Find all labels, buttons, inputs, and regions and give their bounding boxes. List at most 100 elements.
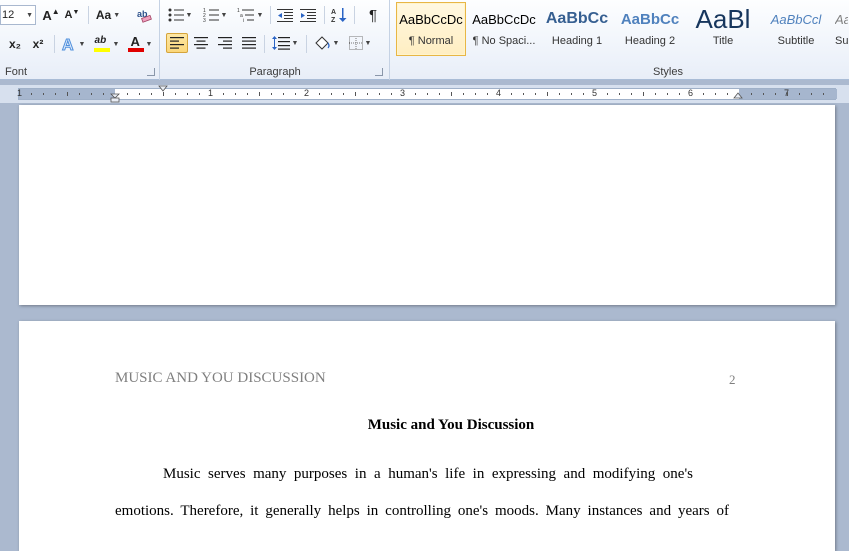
style-name: Heading 2 (624, 35, 676, 47)
style-no-spacing[interactable]: AaBbCcDc ¶ No Spaci... (469, 2, 539, 56)
shading-button[interactable]: ▼ (310, 33, 342, 53)
running-head[interactable]: MUSIC AND YOU DISCUSSION (115, 370, 326, 387)
font-size-box[interactable]: 12 ▼ (0, 5, 36, 25)
document-page[interactable]: MUSIC AND YOU DISCUSSION 2 Music and You… (19, 321, 835, 551)
ruler-dot (523, 93, 524, 95)
ruler-dot (655, 93, 656, 95)
ruler-dot (79, 93, 80, 95)
paragraph-dialog-launcher-icon[interactable] (375, 68, 383, 76)
text-effects-icon: A (61, 37, 74, 53)
clear-formatting-button[interactable]: ab (134, 5, 154, 25)
style-name: Sul (835, 35, 849, 47)
borders-icon (348, 36, 363, 50)
ruler-dot (799, 93, 800, 95)
highlighter-icon: ab (93, 35, 111, 53)
ruler-tick (259, 92, 260, 96)
ruler-dot (511, 93, 512, 95)
ruler-dot (343, 93, 344, 95)
style-preview: AaBbCc (620, 10, 680, 28)
style-heading-1[interactable]: AaBbCc Heading 1 (542, 2, 612, 56)
ruler-dot (415, 93, 416, 95)
align-right-button[interactable] (214, 33, 236, 53)
styles-group: AaBbCcDc ¶ Normal AaBbCcDc ¶ No Spaci...… (392, 0, 849, 80)
font-color-swatch (127, 48, 144, 52)
justify-icon (242, 37, 256, 49)
align-right-icon (218, 37, 232, 49)
align-center-icon (194, 37, 208, 49)
multilevel-list-button[interactable]: 1 a i ▼ (234, 5, 266, 25)
decrease-indent-icon (277, 9, 293, 22)
align-left-icon (170, 37, 184, 49)
sort-button[interactable]: AZ (328, 5, 350, 25)
font-color-button[interactable]: A ▼ (124, 34, 156, 54)
ruler-dot (139, 93, 140, 95)
grow-font-button[interactable]: A ▲ (40, 5, 62, 25)
style-heading-2[interactable]: AaBbCc Heading 2 (615, 2, 685, 56)
line-spacing-icon (271, 36, 290, 50)
change-case-button[interactable]: Aa ▼ (92, 5, 124, 25)
horizontal-ruler[interactable]: 1 1 2 3 4 5 6 7 (0, 85, 849, 103)
ruler-number: 4 (496, 88, 502, 98)
ruler-number: 3 (400, 88, 406, 98)
increase-indent-button[interactable] (297, 5, 319, 25)
shrink-font-button[interactable]: A ▼ (62, 5, 82, 25)
align-center-button[interactable] (190, 33, 212, 53)
svg-text:A: A (62, 37, 74, 52)
ruler-tick (547, 92, 548, 96)
numbering-icon: 123 (203, 8, 219, 22)
line-spacing-button[interactable]: ▼ (270, 33, 300, 53)
ruler-dot (715, 93, 716, 95)
grow-font-icon: A (42, 7, 52, 23)
decrease-indent-button[interactable] (274, 5, 296, 25)
superscript-button[interactable]: x² (27, 34, 49, 54)
paragraph-line[interactable]: Music serves many purposes in a human's … (163, 466, 693, 483)
subscript-icon: x₂ (8, 37, 21, 51)
ruler-dot (631, 93, 632, 95)
document-page[interactable] (19, 105, 835, 305)
style-name: Title (712, 35, 734, 47)
page-number[interactable]: 2 (729, 372, 736, 388)
ruler-dot (463, 93, 464, 95)
ruler-dot (775, 93, 776, 95)
ruler-dot (43, 93, 44, 95)
ruler-number: 1 (208, 88, 214, 98)
text-effects-button[interactable]: A ▼ (58, 34, 88, 54)
ruler-dot (283, 93, 284, 95)
ruler-tick (67, 92, 68, 96)
style-name: ¶ Normal (408, 35, 454, 47)
ruler-dot (727, 93, 728, 95)
numbering-button[interactable]: 1 2 3 ▼ (200, 5, 230, 25)
style-title[interactable]: AaBl Title (688, 2, 758, 56)
ruler-dot (319, 93, 320, 95)
ruler-dot (175, 93, 176, 95)
style-subtitle[interactable]: AaBbCcl Subtitle (761, 2, 831, 56)
increase-indent-icon (300, 9, 316, 22)
ruler-dot (151, 93, 152, 95)
highlight-color-button[interactable]: ab ▼ (90, 34, 122, 54)
style-name: Heading 1 (551, 35, 603, 47)
document-title[interactable]: Music and You Discussion (19, 417, 849, 434)
show-formatting-button[interactable]: ¶ (362, 5, 384, 25)
font-dialog-launcher-icon[interactable] (147, 68, 155, 76)
align-left-button[interactable] (166, 33, 188, 53)
style-normal[interactable]: AaBbCcDc ¶ Normal (396, 2, 466, 56)
ruler-dot (667, 93, 668, 95)
bullets-button[interactable]: ▼ (166, 5, 194, 25)
paragraph-line[interactable]: emotions. Therefore, it generally helps … (115, 503, 729, 520)
ruler-dot (607, 93, 608, 95)
ruler-tick (355, 92, 356, 96)
ruler-dot (439, 93, 440, 95)
separator (54, 35, 55, 53)
svg-text:3: 3 (203, 18, 206, 22)
style-preview: AaBbCc (545, 10, 609, 27)
subscript-button[interactable]: x₂ (4, 34, 26, 54)
shrink-font-icon: A (64, 9, 73, 21)
style-subtle-emphasis[interactable]: Aa Sul (834, 2, 849, 56)
justify-button[interactable] (238, 33, 260, 53)
first-line-indent-marker-icon[interactable] (158, 85, 168, 95)
borders-button[interactable]: ▼ (344, 33, 376, 53)
ruler-number: 6 (688, 88, 694, 98)
left-indent-marker-icon[interactable] (110, 85, 120, 103)
ruler-dot (427, 93, 428, 95)
right-indent-marker-icon[interactable] (733, 89, 743, 99)
